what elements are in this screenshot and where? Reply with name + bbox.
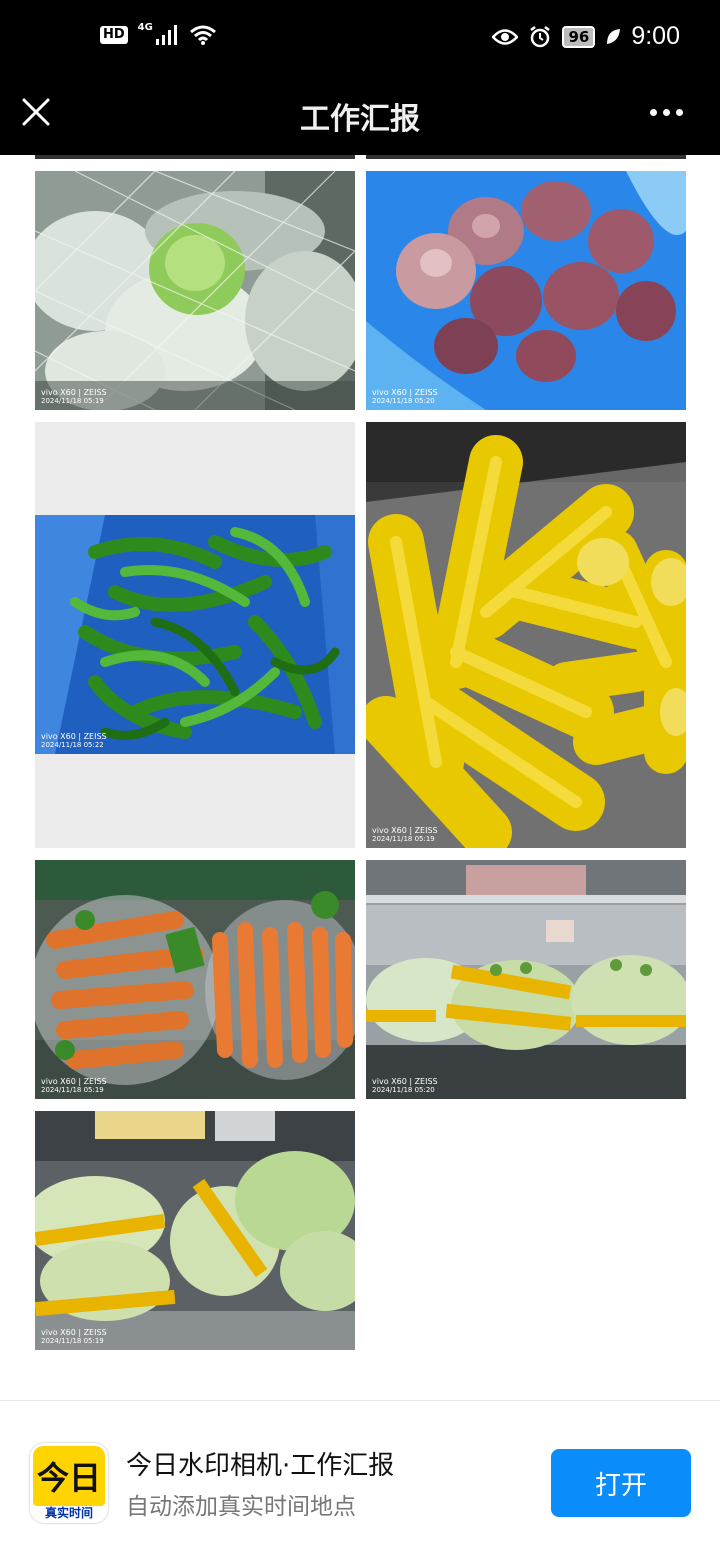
app-logo-main: 今日 xyxy=(33,1446,105,1506)
alarm-icon xyxy=(530,25,551,47)
app-promo-banner: 今日 真实时间 今日水印相机·工作汇报 自动添加真实时间地点 打开 xyxy=(0,1400,720,1560)
nav-bar: 工作汇报 xyxy=(0,80,720,155)
photo-gallery[interactable]: vivo X60 | ZEISS 2024/11/18 05:19 vivo X6… xyxy=(0,155,720,1400)
photo-watermark: vivo X60 | ZEISS 2024/11/18 05:19 xyxy=(41,388,107,405)
photo-image xyxy=(35,171,355,410)
leaf-icon xyxy=(607,28,621,44)
photo-watermark: vivo X60 | ZEISS 2024/11/18 05:19 xyxy=(41,1328,107,1345)
app-logo-sub: 真实时间 xyxy=(44,1506,93,1520)
photo-corn[interactable]: vivo X60 | ZEISS 2024/11/18 05:19 xyxy=(366,422,686,848)
more-dots-icon[interactable] xyxy=(650,94,690,130)
photo-watermark: vivo X60 | ZEISS 2024/11/18 05:22 xyxy=(41,732,107,749)
banner-title: 今日水印相机·工作汇报 xyxy=(126,1451,395,1481)
photo-image xyxy=(366,171,686,410)
page-title: 工作汇报 xyxy=(300,102,420,137)
clock: 9:00 xyxy=(631,22,680,50)
photo-prev-strip xyxy=(366,155,686,159)
wifi-icon xyxy=(189,25,216,45)
app-logo-icon[interactable]: 今日 真实时间 xyxy=(30,1443,108,1523)
status-bar: HD 4G 96 9:00 xyxy=(0,0,720,80)
photo-watermark: vivo X60 | ZEISS 2024/11/18 05:19 xyxy=(41,1077,107,1094)
photo-peppers[interactable]: vivo X60 | ZEISS 2024/11/18 05:22 xyxy=(35,422,355,848)
status-right: 96 9:00 xyxy=(492,22,680,51)
photo-watermark: vivo X60 | ZEISS 2024/11/18 05:20 xyxy=(372,388,438,405)
open-app-button[interactable]: 打开 xyxy=(551,1449,691,1517)
photo-carrots[interactable]: vivo X60 | ZEISS 2024/11/18 05:19 xyxy=(35,860,355,1099)
photo-image xyxy=(366,422,686,848)
photo-image xyxy=(35,1111,355,1350)
photo-napa-fridge[interactable]: vivo X60 | ZEISS 2024/11/18 05:20 xyxy=(366,860,686,1099)
banner-subtitle: 自动添加真实时间地点 xyxy=(126,1494,356,1520)
photo-watermark: vivo X60 | ZEISS 2024/11/18 05:20 xyxy=(372,1077,438,1094)
photo-image xyxy=(35,422,355,848)
photo-watermark: vivo X60 | ZEISS 2024/11/18 05:19 xyxy=(372,826,438,843)
photo-onions[interactable]: vivo X60 | ZEISS 2024/11/18 05:20 xyxy=(366,171,686,410)
battery-icon: 96 xyxy=(562,25,596,48)
eye-icon xyxy=(492,28,519,45)
photo-napa-counter[interactable]: vivo X60 | ZEISS 2024/11/18 05:19 xyxy=(35,1111,355,1350)
hd-badge: HD xyxy=(100,26,128,44)
network-type: 4G xyxy=(137,22,153,33)
signal-icon xyxy=(155,25,177,45)
status-left: HD 4G xyxy=(100,22,217,46)
photo-cabbage[interactable]: vivo X60 | ZEISS 2024/11/18 05:19 xyxy=(35,171,355,410)
photo-prev-strip xyxy=(35,155,355,159)
photo-image xyxy=(35,860,355,1099)
photo-image xyxy=(366,860,686,1099)
